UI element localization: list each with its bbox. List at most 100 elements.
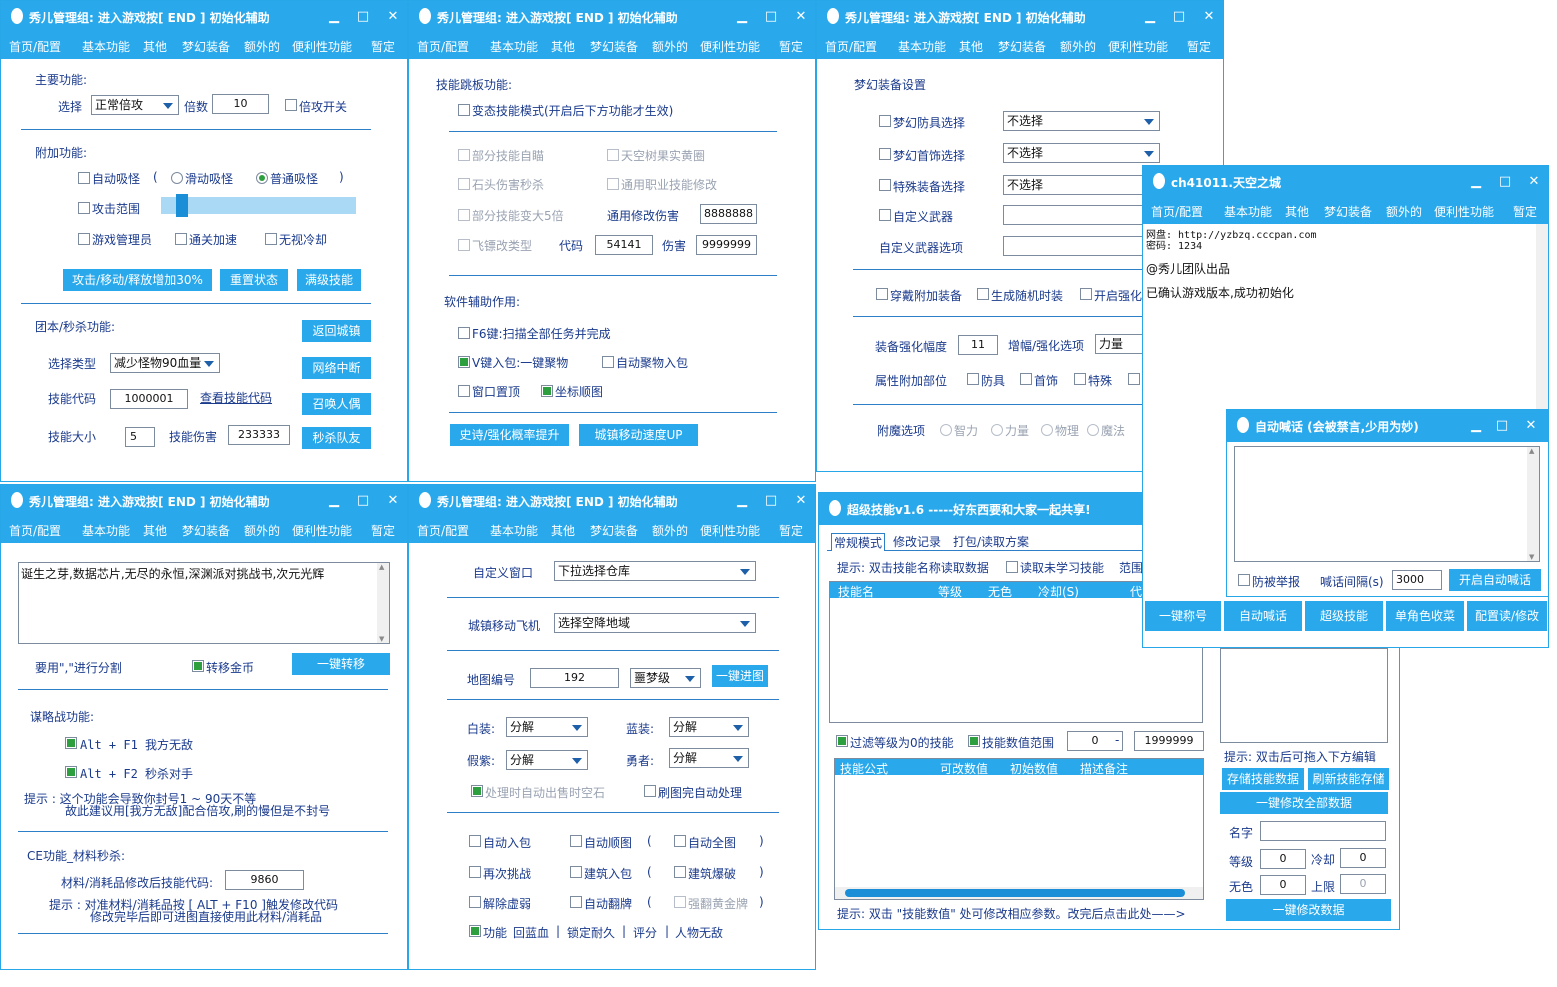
menu-home[interactable]: 首页/配置 bbox=[1151, 203, 1203, 220]
minimize-icon[interactable]: ▁ bbox=[1140, 7, 1160, 27]
skill-code-input[interactable]: 1000001 bbox=[110, 389, 188, 409]
auto-sell-checkbox[interactable] bbox=[471, 785, 483, 797]
value-range-checkbox[interactable] bbox=[968, 735, 980, 747]
jewel-checkbox[interactable] bbox=[1020, 373, 1032, 385]
auto-process-checkbox[interactable] bbox=[644, 785, 656, 797]
custom-weapon-input[interactable] bbox=[1003, 205, 1160, 225]
speed-boost-button[interactable]: 攻击/移动/释放增加30% bbox=[63, 269, 212, 291]
epic-rate-button[interactable]: 史诗/强化概率提升 bbox=[450, 424, 569, 446]
menu-other[interactable]: 其他 bbox=[959, 38, 983, 55]
kill-team-button[interactable]: 秒杀队友 bbox=[302, 427, 371, 449]
refill-label[interactable]: 回蓝血 bbox=[513, 924, 549, 941]
full-skill-button[interactable]: 满级技能 bbox=[297, 269, 361, 291]
minimize-icon[interactable]: ▁ bbox=[732, 491, 752, 511]
menu-basic[interactable]: 基本功能 bbox=[490, 522, 538, 539]
select-type-dropdown[interactable]: 减少怪物90血量 bbox=[110, 353, 220, 373]
town-speed-button[interactable]: 城镇移动速度UP bbox=[579, 424, 698, 446]
maximize-icon[interactable]: □ bbox=[761, 7, 781, 27]
shout-button[interactable]: 自动喊话 bbox=[1224, 601, 1302, 631]
modify-button[interactable]: 一键修改数据 bbox=[1226, 899, 1391, 921]
attack-range-checkbox[interactable] bbox=[78, 202, 90, 214]
armor-checkbox[interactable] bbox=[967, 373, 979, 385]
special-equip-select[interactable]: 不选择 bbox=[1003, 175, 1160, 195]
enable-enhance-checkbox[interactable] bbox=[1080, 288, 1092, 300]
menu-basic[interactable]: 基本功能 bbox=[1224, 203, 1272, 220]
menu-other[interactable]: 其他 bbox=[143, 522, 167, 539]
multiplier-input[interactable]: 10 bbox=[212, 94, 269, 114]
phys-radio[interactable] bbox=[1041, 424, 1053, 436]
menu-home[interactable]: 首页/配置 bbox=[9, 38, 61, 55]
magic-radio[interactable] bbox=[1087, 424, 1099, 436]
skill-dmg-input[interactable]: 233333 bbox=[228, 425, 290, 445]
menu-pending[interactable]: 暂定 bbox=[779, 38, 803, 55]
menu-home[interactable]: 首页/配置 bbox=[417, 38, 469, 55]
start-shout-button[interactable]: 开启自动喊话 bbox=[1449, 569, 1541, 591]
general-skill-mod-checkbox[interactable] bbox=[607, 178, 619, 190]
store-skill-button[interactable]: 存储技能数据 bbox=[1222, 768, 1304, 790]
menu-basic[interactable]: 基本功能 bbox=[898, 38, 946, 55]
menu-dream[interactable]: 梦幻装备 bbox=[590, 38, 638, 55]
map-no-input[interactable]: 192 bbox=[530, 668, 619, 688]
scrollbar[interactable] bbox=[377, 563, 389, 643]
gen-random-checkbox[interactable] bbox=[977, 288, 989, 300]
no-cooldown-checkbox[interactable] bbox=[265, 233, 277, 245]
menu-convenience[interactable]: 便利性功能 bbox=[292, 38, 352, 55]
menu-convenience[interactable]: 便利性功能 bbox=[292, 522, 352, 539]
title-bar[interactable]: ch41011.天空之城 ▁ □ ✕ bbox=[1143, 166, 1548, 198]
menu-extra[interactable]: 额外的 bbox=[244, 38, 280, 55]
slide-absorb-radio[interactable] bbox=[171, 172, 183, 184]
horizontal-scrollbar[interactable] bbox=[835, 887, 1203, 899]
menu-pending[interactable]: 暂定 bbox=[1513, 203, 1537, 220]
multiplier-switch-checkbox[interactable] bbox=[285, 99, 297, 111]
dream-armor-select[interactable]: 不选择 bbox=[1003, 111, 1160, 131]
col-level[interactable]: 等级 bbox=[938, 583, 962, 600]
tab-history[interactable]: 修改记录 bbox=[893, 533, 941, 550]
score-label[interactable]: 评分 bbox=[633, 924, 657, 941]
menu-other[interactable]: 其他 bbox=[551, 522, 575, 539]
scroll-thumb[interactable] bbox=[845, 889, 1185, 897]
title-bar[interactable]: 秀儿管理组: 进入游戏按[ END ] 初始化辅助 ▁ □ ✕ bbox=[817, 1, 1223, 33]
build-break-checkbox[interactable] bbox=[674, 866, 686, 878]
hint-bottom[interactable]: 提示: 双击 "技能数值" 处可修改相应参数。改完后点击此处——> bbox=[837, 905, 1186, 922]
shout-textarea[interactable] bbox=[1234, 446, 1540, 562]
col-skill-name[interactable]: 技能名 bbox=[838, 583, 874, 600]
skill-size-input[interactable]: 5 bbox=[125, 427, 155, 447]
filter-level-checkbox[interactable] bbox=[836, 735, 848, 747]
partial-aim-checkbox[interactable] bbox=[458, 149, 470, 161]
extra-part-checkbox[interactable] bbox=[1128, 373, 1140, 385]
hero-select[interactable]: 分解 bbox=[669, 748, 749, 768]
col-cooldown[interactable]: 冷却(S) bbox=[1038, 583, 1079, 600]
title-bar[interactable]: 秀儿管理组: 进入游戏按[ END ] 初始化辅助 ▁ □ ✕ bbox=[409, 485, 815, 517]
network-break-button[interactable]: 网络中断 bbox=[302, 357, 371, 379]
force-gold-checkbox[interactable] bbox=[674, 896, 686, 908]
special-equip-checkbox[interactable] bbox=[879, 179, 891, 191]
purple-select[interactable]: 分解 bbox=[506, 750, 588, 770]
close-icon[interactable]: ✕ bbox=[383, 491, 403, 511]
menu-home[interactable]: 首页/配置 bbox=[825, 38, 877, 55]
auto-collect-checkbox[interactable] bbox=[602, 356, 614, 368]
menu-home[interactable]: 首页/配置 bbox=[417, 522, 469, 539]
menu-basic[interactable]: 基本功能 bbox=[82, 38, 130, 55]
custom-window-select[interactable]: 下拉选择仓库 bbox=[554, 561, 756, 581]
menu-convenience[interactable]: 便利性功能 bbox=[700, 522, 760, 539]
alt-f2-checkbox[interactable] bbox=[65, 766, 77, 778]
menu-home[interactable]: 首页/配置 bbox=[9, 522, 61, 539]
menu-basic[interactable]: 基本功能 bbox=[490, 38, 538, 55]
menu-extra[interactable]: 额外的 bbox=[1386, 203, 1422, 220]
rechallenge-checkbox[interactable] bbox=[469, 866, 481, 878]
remove-weak-checkbox[interactable] bbox=[469, 896, 481, 908]
menu-convenience[interactable]: 便利性功能 bbox=[1434, 203, 1494, 220]
interval-input[interactable]: 3000 bbox=[1392, 570, 1442, 590]
stone-kill-checkbox[interactable] bbox=[458, 178, 470, 190]
enter-map-button[interactable]: 一键进图 bbox=[712, 665, 768, 687]
maximize-icon[interactable]: □ bbox=[353, 7, 373, 27]
minimize-icon[interactable]: ▁ bbox=[324, 7, 344, 27]
reset-state-button[interactable]: 重置状态 bbox=[220, 269, 288, 291]
menu-extra[interactable]: 额外的 bbox=[1060, 38, 1096, 55]
color-input[interactable]: 0 bbox=[1260, 875, 1306, 895]
invincible-label[interactable]: 人物无敌 bbox=[675, 924, 723, 941]
dream-jewel-select[interactable]: 不选择 bbox=[1003, 143, 1160, 163]
auto-pack-checkbox[interactable] bbox=[469, 835, 481, 847]
attack-range-slider[interactable] bbox=[161, 194, 356, 217]
tab-normal[interactable]: 常规模式 bbox=[831, 533, 886, 551]
